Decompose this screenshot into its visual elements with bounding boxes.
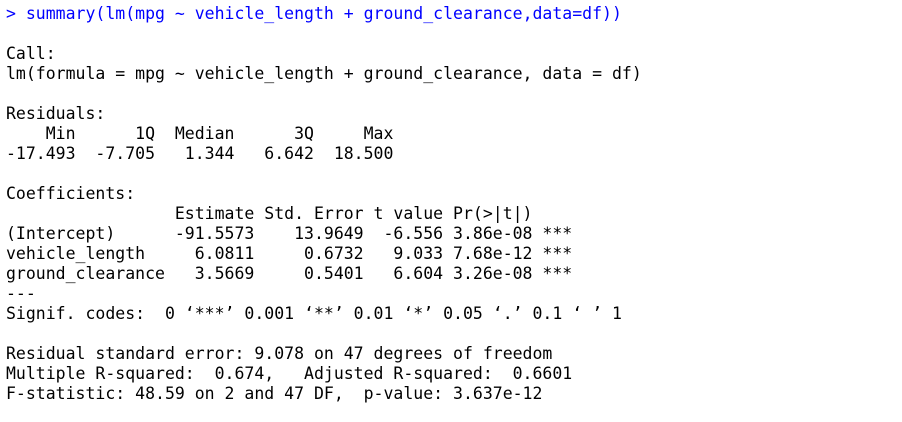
residuals-header: Residuals:: [6, 104, 106, 123]
coefficients-columns: Estimate Std. Error t value Pr(>|t|): [6, 204, 573, 223]
residuals-values: -17.493 -7.705 1.344 6.642 18.500: [6, 144, 404, 163]
coefficient-row: (Intercept) -91.5573 13.9649 -6.556 3.86…: [6, 224, 573, 243]
residuals-labels: Min 1Q Median 3Q Max: [6, 124, 404, 143]
r-squared-line: Multiple R-squared: 0.674, Adjusted R-sq…: [6, 364, 583, 383]
prompt: >: [6, 4, 26, 23]
coefficient-row: ground_clearance 3.5669 0.5401 6.604 3.2…: [6, 264, 573, 283]
r-console-output: > summary(lm(mpg ~ vehicle_length + grou…: [6, 4, 896, 404]
separator: ---: [6, 284, 36, 303]
command-text: summary(lm(mpg ~ vehicle_length + ground…: [25, 4, 622, 23]
coefficient-row: vehicle_length 6.0811 0.6732 9.033 7.68e…: [6, 244, 573, 263]
call-formula: lm(formula = mpg ~ vehicle_length + grou…: [6, 64, 642, 83]
coefficients-header: Coefficients:: [6, 184, 136, 203]
signif-codes: Signif. codes: 0 ‘***’ 0.001 ‘**’ 0.01 ‘…: [6, 304, 622, 323]
call-header: Call:: [6, 44, 56, 63]
residual-standard-error: Residual standard error: 9.078 on 47 deg…: [6, 344, 553, 363]
f-statistic-line: F-statistic: 48.59 on 2 and 47 DF, p-val…: [6, 384, 543, 403]
command-line: > summary(lm(mpg ~ vehicle_length + grou…: [6, 4, 896, 24]
